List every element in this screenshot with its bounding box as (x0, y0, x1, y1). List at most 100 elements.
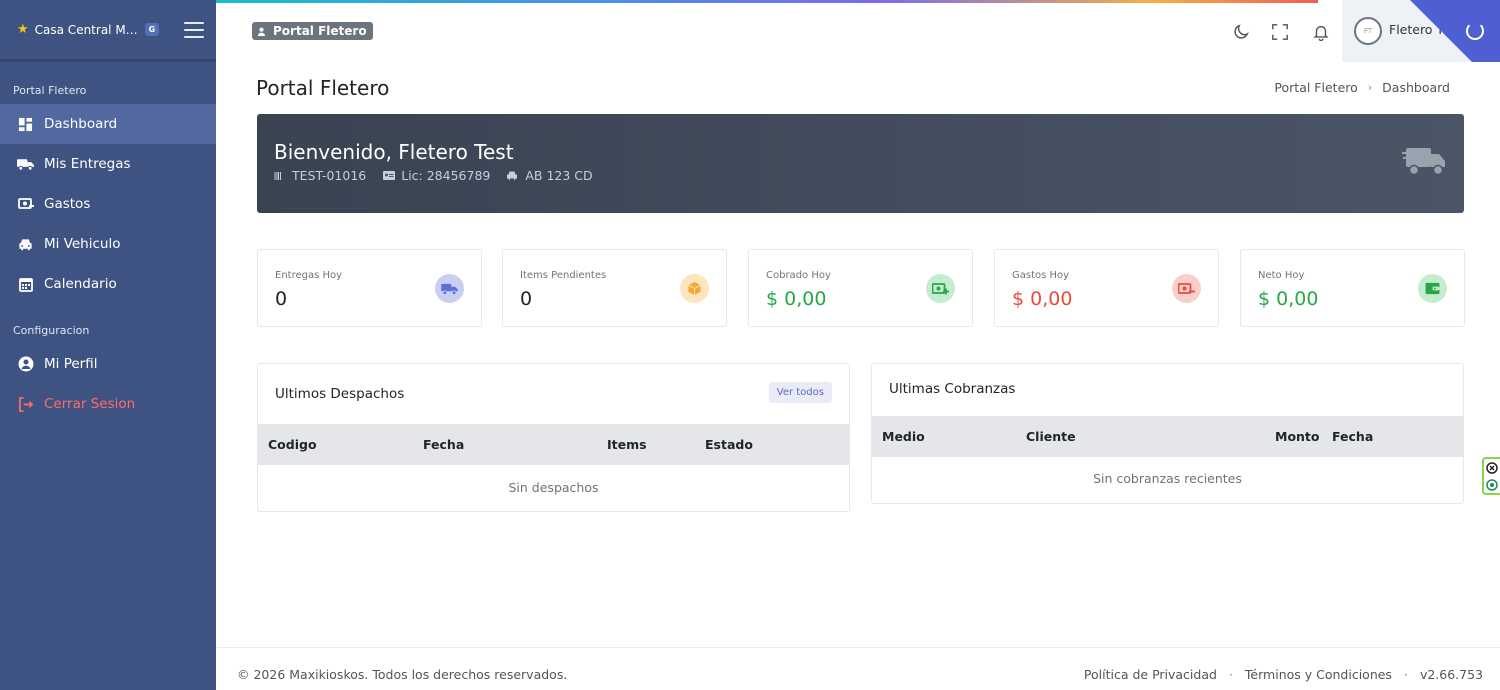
star-icon: ★ (17, 22, 29, 37)
sidebar-brand: ★ Casa Central Max... G (0, 0, 216, 62)
portal-badge-label: Portal Fletero (273, 24, 367, 38)
column-header[interactable]: Estado (705, 437, 753, 452)
sidebar: ★ Casa Central Max... G Portal Fletero D… (0, 0, 216, 690)
driver-license-value: Lic: 28456789 (401, 168, 491, 183)
vehicle-plate: AB 123 CD (507, 168, 593, 183)
calendar-icon (17, 276, 34, 293)
cobranzas-panel: Ultimas Cobranzas Medio Cliente Monto Fe… (871, 363, 1464, 504)
version: v2.66.753 (1419, 667, 1483, 682)
vehicle-plate-value: AB 123 CD (525, 168, 593, 183)
sidebar-section-config: Configuracion (13, 323, 90, 337)
welcome-greeting: Bienvenido, Fletero Test (274, 140, 514, 164)
sidebar-item-label: Dashboard (44, 116, 118, 132)
box-icon (680, 274, 709, 303)
footer-links: Política de Privacidad · Términos y Cond… (1084, 667, 1483, 682)
money-in-icon (926, 274, 955, 303)
stat-label: Cobrado Hoy (766, 270, 831, 281)
stat-value: 0 (520, 288, 533, 310)
sidebar-item-label: Mis Entregas (44, 156, 131, 172)
stat-label: Items Pendientes (520, 270, 607, 281)
user-circle-icon (17, 356, 34, 373)
column-header[interactable]: Fecha (1332, 429, 1373, 444)
stat-value: $ 0,00 (1258, 288, 1319, 310)
despachos-panel: Ultimos Despachos Ver todos Codigo Fecha… (257, 363, 850, 512)
breadcrumb: Portal Fletero › Dashboard (1274, 80, 1450, 95)
welcome-banner: Bienvenido, Fletero Test TEST-01016 Lic:… (257, 114, 1464, 213)
sidebar-section-portal: Portal Fletero (13, 83, 87, 97)
topbar: Portal Fletero (216, 3, 1500, 62)
portal-badge: Portal Fletero (252, 22, 373, 40)
stat-label: Neto Hoy (1258, 270, 1305, 281)
column-header[interactable]: Cliente (1026, 429, 1076, 444)
sidebar-item-mi-vehiculo[interactable]: Mi Vehiculo (0, 224, 216, 264)
column-header[interactable]: Items (607, 437, 647, 452)
stat-label: Entregas Hoy (275, 270, 343, 281)
privacy-link[interactable]: Política de Privacidad (1084, 667, 1217, 682)
loading-spinner-icon (1466, 22, 1484, 40)
driver-meta: TEST-01016 Lic: 28456789 AB 123 CD (274, 168, 610, 183)
stat-value: 0 (275, 288, 288, 310)
copyright: © 2026 Maxikioskos. Todos los derechos r… (237, 667, 568, 682)
money-out-icon (1172, 274, 1201, 303)
cobranzas-table-header: Medio Cliente Monto Fecha (872, 416, 1463, 457)
sidebar-item-label: Mi Perfil (44, 356, 98, 372)
terms-link[interactable]: Términos y Condiciones (1245, 667, 1392, 682)
wallet-icon (1418, 274, 1447, 303)
column-header[interactable]: Medio (882, 429, 925, 444)
chevron-right-icon: › (1367, 81, 1373, 94)
hamburger-menu-icon[interactable] (184, 21, 204, 38)
car-icon (507, 171, 519, 181)
logout-icon (17, 396, 34, 413)
sidebar-item-cerrar-sesion[interactable]: Cerrar Sesion (0, 384, 216, 424)
separator: · (1228, 667, 1233, 682)
stat-card-gastos: Gastos Hoy $ 0,00 (994, 249, 1219, 327)
column-header[interactable]: Fecha (423, 437, 464, 452)
dashboard-icon (17, 116, 34, 133)
column-header[interactable]: Monto (1275, 429, 1320, 444)
despachos-table-header: Codigo Fecha Items Estado (258, 424, 849, 465)
truck-icon (435, 274, 464, 303)
cobranzas-empty-message: Sin cobranzas recientes (1093, 471, 1242, 486)
user-menu[interactable]: FT Fletero Test (1342, 0, 1500, 62)
dark-mode-moon-icon[interactable] (1230, 21, 1252, 43)
avatar[interactable]: FT (1354, 17, 1382, 45)
id-card-icon (383, 171, 396, 181)
user-icon (257, 26, 267, 36)
floating-widget[interactable] (1482, 457, 1500, 495)
sidebar-item-label: Calendario (44, 276, 117, 292)
stat-card-items-pendientes: Items Pendientes 0 (502, 249, 727, 327)
fullscreen-icon[interactable] (1269, 21, 1291, 43)
cobranzas-title: Ultimas Cobranzas (889, 381, 1016, 397)
barcode-icon (274, 171, 286, 181)
separator: · (1403, 667, 1408, 682)
sidebar-item-calendario[interactable]: Calendario (0, 264, 216, 304)
breadcrumb-portal-link[interactable]: Portal Fletero (1274, 80, 1357, 95)
car-icon (17, 236, 34, 253)
stat-card-entregas: Entregas Hoy 0 (257, 249, 482, 327)
truck-icon (1402, 144, 1446, 180)
sidebar-item-gastos[interactable]: Gastos (0, 184, 216, 224)
sidebar-item-label: Gastos (44, 196, 91, 212)
breadcrumb-current: Dashboard (1382, 80, 1450, 95)
brand-badge: G (144, 23, 160, 36)
page-title: Portal Fletero (256, 76, 390, 100)
sidebar-item-label: Mi Vehiculo (44, 236, 121, 252)
ver-todos-button[interactable]: Ver todos (768, 382, 832, 403)
notifications-bell-icon[interactable] (1310, 21, 1332, 43)
driver-code-value: TEST-01016 (292, 168, 367, 183)
close-icon (1486, 461, 1498, 474)
driver-license: Lic: 28456789 (383, 168, 490, 183)
accessibility-icon (1486, 478, 1498, 491)
stat-card-cobrado: Cobrado Hoy $ 0,00 (748, 249, 973, 327)
sidebar-item-mis-entregas[interactable]: Mis Entregas (0, 144, 216, 184)
column-header[interactable]: Codigo (268, 437, 317, 452)
brand-name[interactable]: Casa Central Max... (35, 23, 139, 37)
sidebar-item-dashboard[interactable]: Dashboard (0, 104, 216, 144)
sidebar-item-label: Cerrar Sesion (44, 396, 136, 412)
footer: © 2026 Maxikioskos. Todos los derechos r… (216, 647, 1500, 690)
sidebar-item-mi-perfil[interactable]: Mi Perfil (0, 344, 216, 384)
despachos-title: Ultimos Despachos (275, 386, 405, 402)
money-out-icon (17, 196, 34, 213)
corner-ribbon (1410, 0, 1500, 62)
despachos-empty-message: Sin despachos (508, 480, 599, 495)
